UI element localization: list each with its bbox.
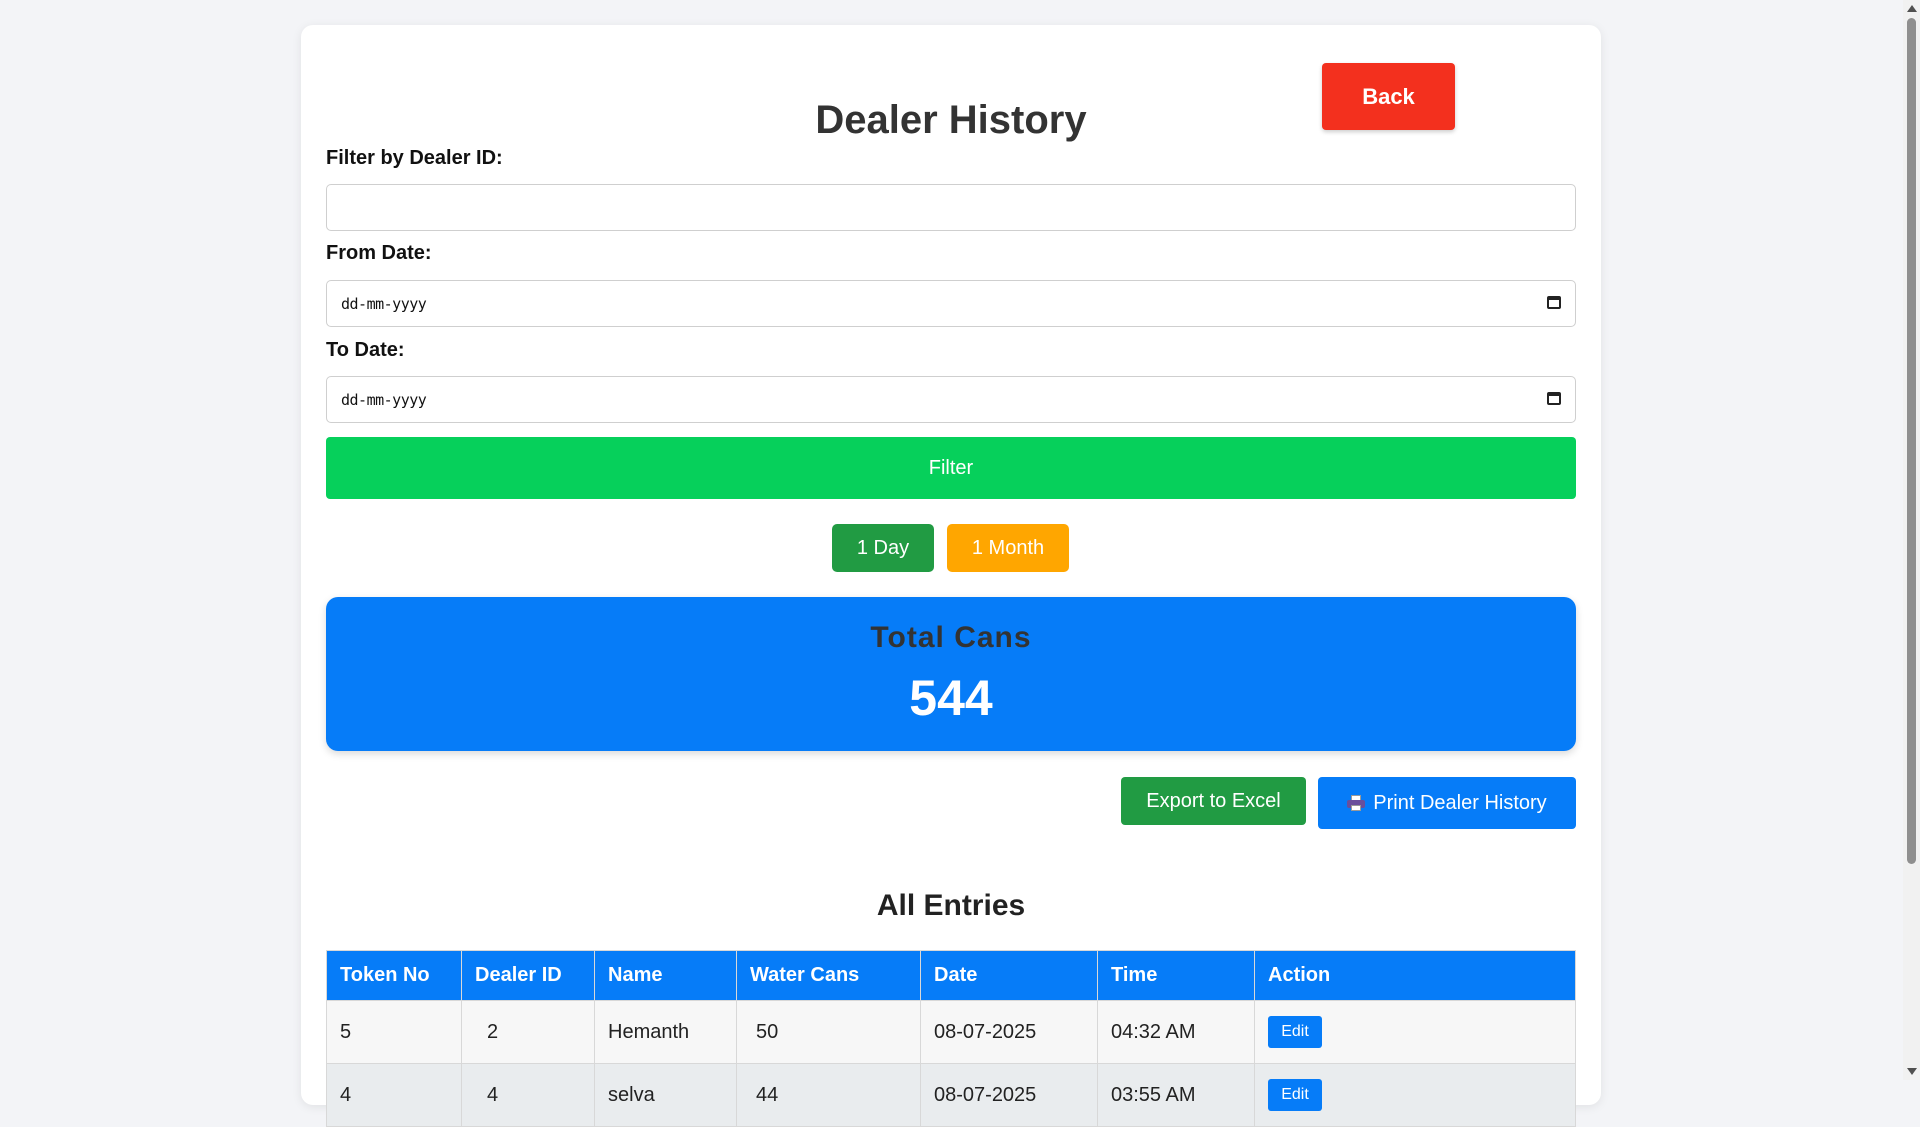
scroll-up-icon[interactable] [1907, 5, 1917, 12]
column-header: Token No [326, 950, 462, 1001]
back-button[interactable]: Back [1322, 63, 1455, 130]
page-scrollbar[interactable] [1903, 0, 1920, 1080]
printer-icon [1347, 795, 1366, 811]
token-cell: 5 [326, 1000, 462, 1064]
print-history-label: Print Dealer History [1373, 791, 1547, 814]
time-cell: 04:32 AM [1097, 1000, 1255, 1064]
column-header: Water Cans [736, 950, 921, 1001]
filter-button[interactable]: Filter [326, 437, 1576, 499]
total-cans-panel: Total Cans 544 [326, 597, 1576, 751]
dealer-id-cell: 2 [461, 1000, 595, 1064]
print-history-button[interactable]: Print Dealer History [1318, 777, 1576, 829]
to-date-placeholder: dd-mm-yyyy [341, 391, 427, 409]
calendar-icon[interactable] [1547, 296, 1561, 309]
calendar-icon[interactable] [1547, 392, 1561, 405]
table-row: 5 2 Hemanth 50 08-07-2025 04:32 AM Edit [326, 1000, 1576, 1064]
to-date-label: To Date: [326, 339, 405, 361]
scroll-down-icon[interactable] [1907, 1068, 1917, 1075]
time-cell: 03:55 AM [1097, 1063, 1255, 1127]
dealer-history-card: Dealer History Back Filter by Dealer ID:… [301, 25, 1601, 1127]
from-date-input[interactable]: dd-mm-yyyy [326, 280, 1576, 327]
total-cans-value: 544 [909, 670, 993, 726]
export-excel-button[interactable]: Export to Excel [1121, 777, 1306, 825]
from-date-label: From Date: [326, 242, 432, 264]
entries-title: All Entries [876, 889, 1026, 922]
column-header: Name [594, 950, 737, 1001]
column-header: Action [1254, 950, 1576, 1001]
name-cell: Hemanth [594, 1000, 737, 1064]
edit-button[interactable]: Edit [1268, 1079, 1322, 1111]
column-header: Date [920, 950, 1098, 1001]
token-cell: 4 [326, 1063, 462, 1127]
from-date-placeholder: dd-mm-yyyy [341, 295, 427, 313]
to-date-input[interactable]: dd-mm-yyyy [326, 376, 1576, 423]
date-cell: 08-07-2025 [920, 1000, 1098, 1064]
table-row: 4 4 selva 44 08-07-2025 03:55 AM Edit [326, 1063, 1576, 1127]
column-header: Dealer ID [461, 950, 595, 1001]
dealer-id-label: Filter by Dealer ID: [326, 147, 503, 169]
column-header: Time [1097, 950, 1255, 1001]
cans-cell: 50 [736, 1000, 921, 1064]
name-cell: selva [594, 1063, 737, 1127]
table-header-row: Token No Dealer ID Name Water Cans Date … [326, 950, 1576, 1001]
action-cell: Edit [1254, 1000, 1576, 1064]
total-cans-label: Total Cans [870, 621, 1032, 654]
one-day-button[interactable]: 1 Day [832, 524, 934, 572]
entries-table: Token No Dealer ID Name Water Cans Date … [326, 950, 1576, 1127]
scrollbar-thumb[interactable] [1907, 18, 1916, 864]
dealer-id-input[interactable] [326, 184, 1576, 231]
edit-button[interactable]: Edit [1268, 1016, 1322, 1048]
cans-cell: 44 [736, 1063, 921, 1127]
date-cell: 08-07-2025 [920, 1063, 1098, 1127]
one-month-button[interactable]: 1 Month [947, 524, 1069, 572]
dealer-id-cell: 4 [461, 1063, 595, 1127]
action-cell: Edit [1254, 1063, 1576, 1127]
